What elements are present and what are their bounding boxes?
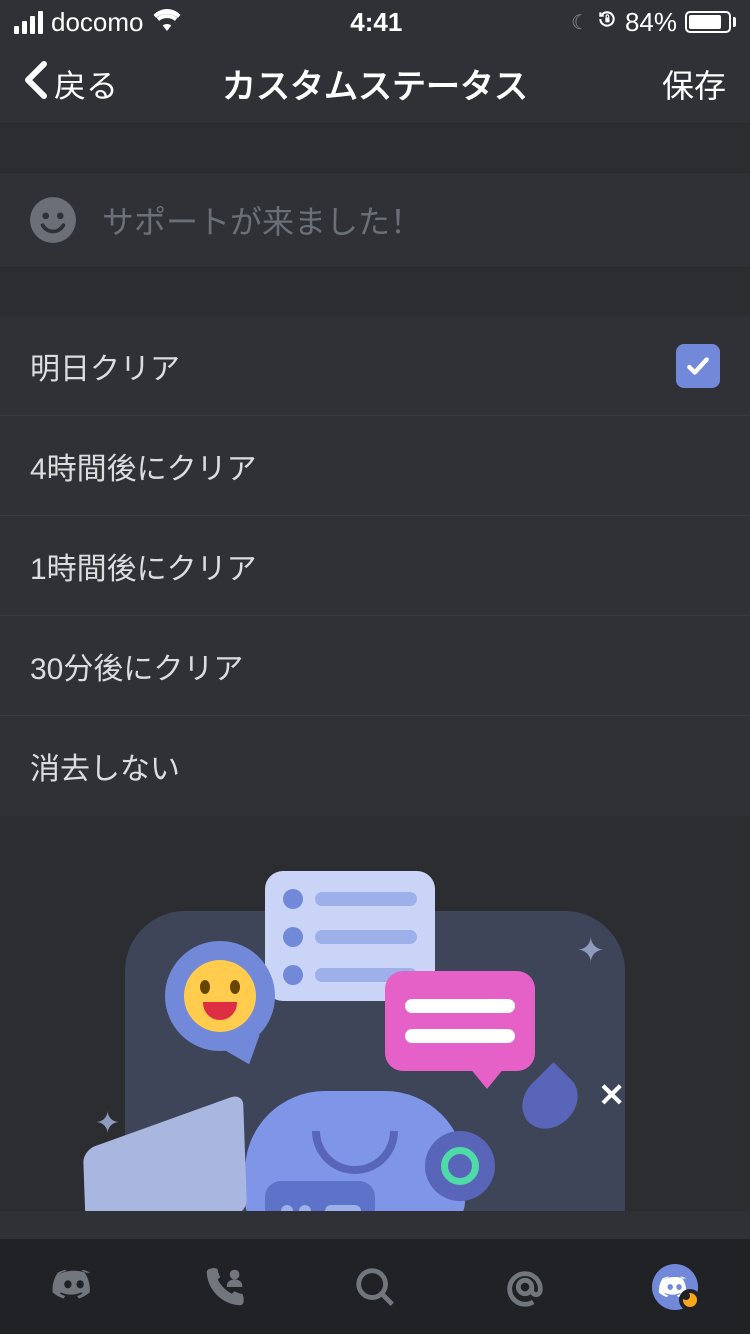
idle-status-badge (679, 1289, 701, 1311)
checkbox-checked-icon (676, 344, 720, 388)
section-gap (0, 124, 750, 172)
option-label: 1時間後にクリア (30, 544, 257, 588)
back-label: 戻る (54, 61, 118, 107)
signal-icon (14, 11, 43, 34)
clear-option-never[interactable]: 消去しない (0, 716, 750, 816)
save-button[interactable]: 保存 (662, 61, 726, 107)
tab-profile[interactable] (645, 1257, 705, 1317)
orientation-lock-icon (597, 9, 617, 35)
tab-search[interactable] (345, 1257, 405, 1317)
battery-percent: 84% (625, 7, 677, 38)
clear-option-4-hours[interactable]: 4時間後にクリア (0, 416, 750, 516)
dnd-moon-icon: ☾ (571, 10, 589, 35)
option-label: 30分後にクリア (30, 644, 243, 688)
search-icon (352, 1264, 398, 1310)
tab-mentions[interactable] (495, 1257, 555, 1317)
page-title: カスタムステータス (222, 59, 528, 108)
option-label: 4時間後にクリア (30, 444, 257, 488)
phone-person-icon (202, 1264, 248, 1310)
option-label: 明日クリア (30, 344, 180, 388)
wifi-icon (152, 7, 182, 38)
tab-friends[interactable] (195, 1257, 255, 1317)
system-status-bar: docomo 4:41 ☾ 84% (0, 0, 750, 44)
carrier-label: docomo (51, 7, 144, 38)
illustration: ✦ ✕ ✦ (0, 816, 750, 1211)
section-gap (0, 268, 750, 316)
option-label: 消去しない (30, 744, 180, 788)
clear-option-tomorrow[interactable]: 明日クリア (0, 316, 750, 416)
clear-option-1-hour[interactable]: 1時間後にクリア (0, 516, 750, 616)
clear-after-list: 明日クリア 4時間後にクリア 1時間後にクリア 30分後にクリア 消去しない (0, 316, 750, 816)
emoji-picker-button[interactable] (28, 195, 78, 245)
discord-logo-icon (52, 1264, 98, 1310)
status-text-input[interactable]: サポートが来ました！ (102, 197, 422, 243)
clear-option-30-min[interactable]: 30分後にクリア (0, 616, 750, 716)
tab-home[interactable] (45, 1257, 105, 1317)
at-sign-icon (502, 1264, 548, 1310)
chevron-left-icon (24, 60, 48, 108)
status-input-row[interactable]: サポートが来ました！ (0, 172, 750, 268)
back-button[interactable]: 戻る (24, 60, 118, 108)
clock: 4:41 (350, 7, 402, 38)
nav-header: 戻る カスタムステータス 保存 (0, 44, 750, 124)
bottom-tab-bar (0, 1239, 750, 1334)
battery-icon (685, 11, 736, 33)
